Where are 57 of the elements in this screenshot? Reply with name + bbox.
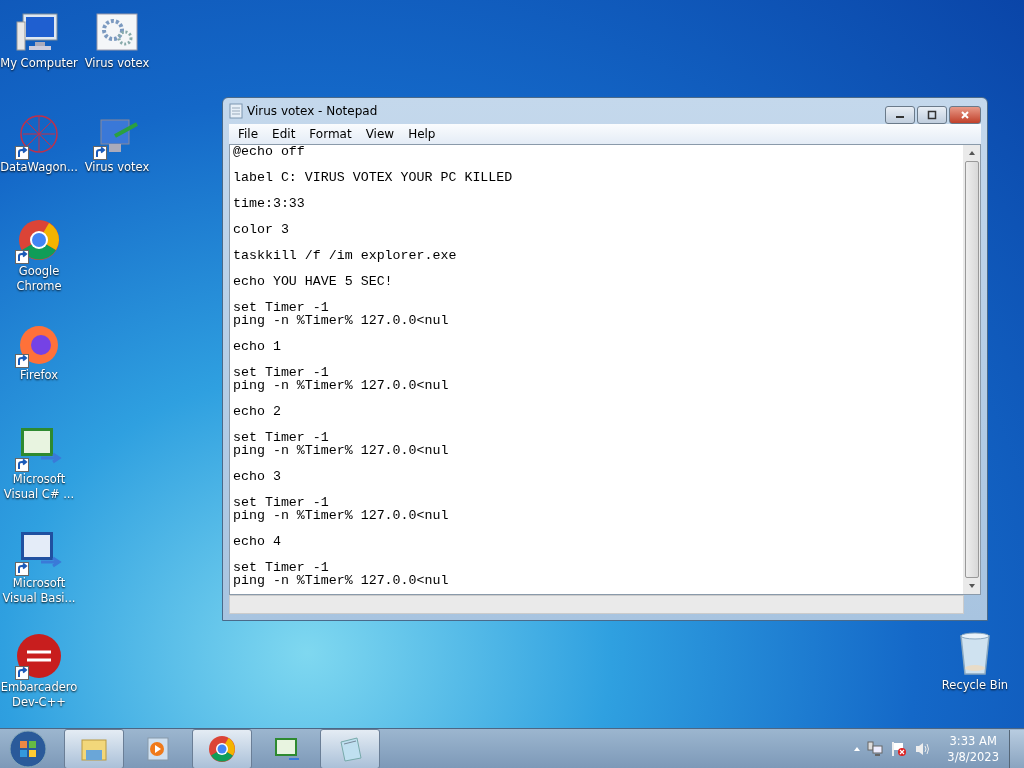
desktop-icon-label[interactable]: DataWagon... xyxy=(0,160,78,175)
window-title: Virus votex - Notepad xyxy=(247,104,378,118)
start-button[interactable] xyxy=(8,728,48,768)
desktop-icon-label[interactable]: Virus votex xyxy=(78,56,156,71)
menu-item[interactable]: View xyxy=(358,127,402,141)
maximize-button[interactable] xyxy=(917,106,947,124)
text-line: echo 3 xyxy=(233,470,282,483)
desktop-icon-label[interactable]: Embarcadero Dev-C++ xyxy=(0,680,78,710)
menu-item[interactable]: Help xyxy=(401,127,443,141)
app-logo-icon[interactable] xyxy=(15,632,63,680)
text-line: ping -n %Timer% 127.0.0<nul xyxy=(233,509,450,522)
desktop-icon-label[interactable]: Recycle Bin xyxy=(936,678,1014,693)
close-button[interactable] xyxy=(949,106,981,124)
text-line: set Timer -1 xyxy=(233,366,330,379)
vertical-scrollbar[interactable] xyxy=(963,145,980,594)
desktop-icon-label[interactable]: Google Chrome xyxy=(0,264,78,294)
desktop-icon-label[interactable]: Firefox xyxy=(0,368,78,383)
minimize-button[interactable] xyxy=(885,106,915,124)
taskbar-button[interactable] xyxy=(320,728,380,768)
text-line: set Timer -1 xyxy=(233,496,330,509)
text-line: taskkill /f /im explorer.exe xyxy=(233,249,458,262)
text-line: color 3 xyxy=(233,223,290,236)
flag-icon[interactable] xyxy=(891,740,908,757)
text-line: label C: VIRUS VOTEX YOUR PC KILLED xyxy=(233,171,514,184)
text-line: echo 1 xyxy=(233,340,282,353)
text-line: time:3:33 xyxy=(233,197,306,210)
text-line: ping -n %Timer% 127.0.0<nul xyxy=(233,444,450,457)
menu-item[interactable]: Format xyxy=(302,127,359,141)
notepad-icon xyxy=(229,103,243,119)
desktop-icon-label[interactable]: Virus votex xyxy=(78,160,156,175)
menu-item[interactable]: File xyxy=(231,127,266,141)
scroll-down-icon[interactable] xyxy=(967,582,976,590)
maximize-icon xyxy=(927,110,937,120)
text-line: ping -n %Timer% 127.0.0<nul xyxy=(233,574,450,587)
show-desktop-button[interactable] xyxy=(1009,729,1024,768)
text-area[interactable] xyxy=(229,144,981,595)
text-line: @echo off xyxy=(233,145,306,158)
text-line: echo 4 xyxy=(233,535,282,548)
desktop-icon-label[interactable]: Microsoft Visual Basi... xyxy=(0,576,78,606)
text-line: echo 2 xyxy=(233,405,282,418)
taskbar-button[interactable] xyxy=(192,728,252,768)
browser-icon[interactable] xyxy=(207,733,237,764)
text-line: set Timer -1 xyxy=(233,301,330,314)
scrollbar-thumb[interactable] xyxy=(964,161,979,578)
scroll-up-icon[interactable] xyxy=(967,149,976,157)
text-line: ping -n %Timer% 127.0.0<nul xyxy=(233,379,450,392)
taskbar-button[interactable] xyxy=(64,728,124,768)
network-icon[interactable] xyxy=(867,740,884,757)
text-line: echo YOU HAVE 5 SEC! xyxy=(233,275,394,288)
text-line: ping -n %Timer% 127.0.0<nul xyxy=(233,314,450,327)
horizontal-scrollbar[interactable] xyxy=(229,595,964,614)
menu-item[interactable]: Edit xyxy=(265,127,303,141)
desktop-icon-label[interactable]: Microsoft Visual C# ... xyxy=(0,472,78,502)
text-line: set Timer -1 xyxy=(233,561,330,574)
text-line: set Timer -1 xyxy=(233,431,330,444)
desktop-icon-label[interactable]: My Computer xyxy=(0,56,78,71)
close-icon xyxy=(960,110,970,120)
